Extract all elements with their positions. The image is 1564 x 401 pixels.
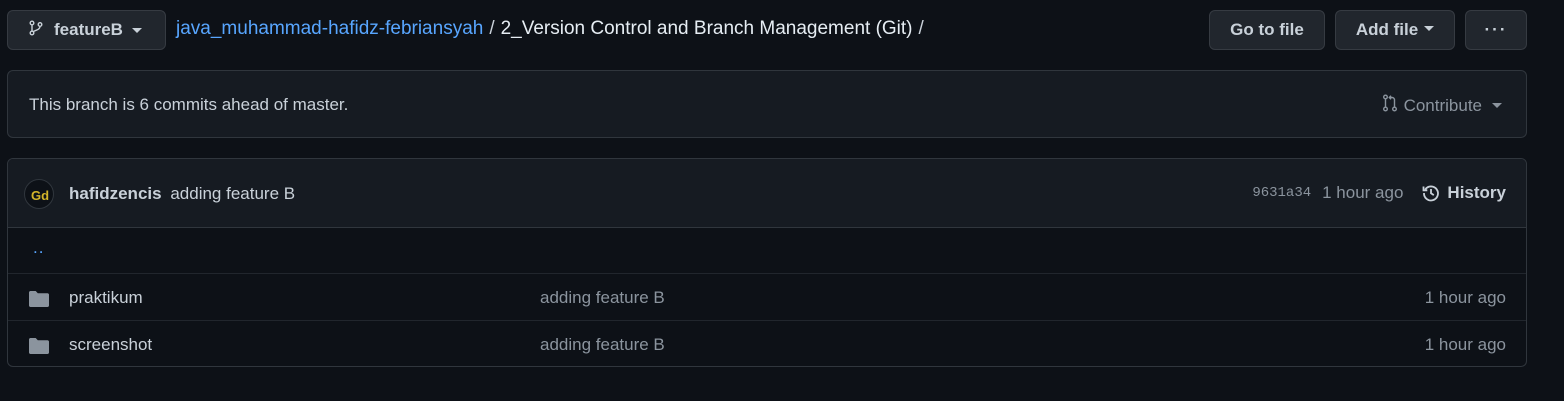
breadcrumb-separator: / [489, 18, 495, 39]
branch-selector-button[interactable]: featureB [7, 10, 166, 50]
svg-text:Gd: Gd [31, 188, 49, 203]
chevron-down-icon [1492, 103, 1502, 108]
git-branch-icon [28, 20, 44, 41]
go-to-file-label: Go to file [1230, 20, 1304, 39]
file-age: 1 hour ago [1424, 335, 1506, 354]
file-name-link[interactable]: praktikum [69, 288, 143, 308]
pull-request-icon [1382, 94, 1398, 117]
breadcrumb-repo-link[interactable]: java_muhammad-hafidz-febriansyah [176, 18, 483, 40]
history-label: History [1447, 183, 1506, 202]
breadcrumb-trailing-separator: / [918, 18, 924, 39]
branch-ahead-message: This branch is 6 commits ahead of master… [29, 95, 349, 114]
chevron-down-icon [1424, 25, 1435, 31]
commit-author-link[interactable]: hafidzencis [69, 184, 162, 203]
file-name-link[interactable]: screenshot [69, 335, 152, 355]
list-item: screenshot adding feature B 1 hour ago [8, 321, 1526, 366]
kebab-horizontal-icon: ··· [1484, 20, 1508, 39]
breadcrumb-current-folder: 2_Version Control and Branch Management … [500, 18, 913, 39]
folder-icon [28, 337, 50, 360]
file-age: 1 hour ago [1424, 288, 1506, 307]
file-commit-message-link[interactable]: adding feature B [540, 288, 665, 308]
parent-directory-row[interactable]: .. [8, 228, 1526, 274]
contribute-button[interactable]: Contribute [1382, 94, 1502, 117]
go-to-file-button[interactable]: Go to file [1209, 10, 1325, 50]
branch-ahead-banner: This branch is 6 commits ahead of master… [7, 70, 1527, 138]
avatar[interactable]: Gd [24, 179, 54, 209]
commit-sha-link[interactable]: 9631a34 [1252, 185, 1311, 201]
more-options-button[interactable]: ··· [1465, 10, 1527, 50]
breadcrumb: java_muhammad-hafidz-febriansyah / 2_Ver… [176, 18, 930, 40]
add-file-button[interactable]: Add file [1335, 10, 1455, 50]
history-link[interactable]: History [1421, 183, 1506, 203]
list-item: praktikum adding feature B 1 hour ago [8, 274, 1526, 321]
commit-message-link[interactable]: adding feature B [170, 184, 295, 203]
contribute-label: Contribute [1403, 95, 1482, 115]
branch-name: featureB [54, 20, 123, 39]
parent-directory-link[interactable]: .. [33, 238, 44, 258]
file-commit-message-link[interactable]: adding feature B [540, 335, 665, 355]
latest-commit-bar: Gd hafidzencis adding feature B 9631a34 … [8, 159, 1526, 228]
chevron-down-icon [131, 27, 142, 33]
commit-time: 1 hour ago [1322, 183, 1404, 202]
history-icon [1423, 185, 1440, 202]
add-file-label: Add file [1355, 20, 1419, 39]
folder-icon [28, 290, 50, 313]
file-listing: Gd hafidzencis adding feature B 9631a34 … [7, 158, 1527, 367]
